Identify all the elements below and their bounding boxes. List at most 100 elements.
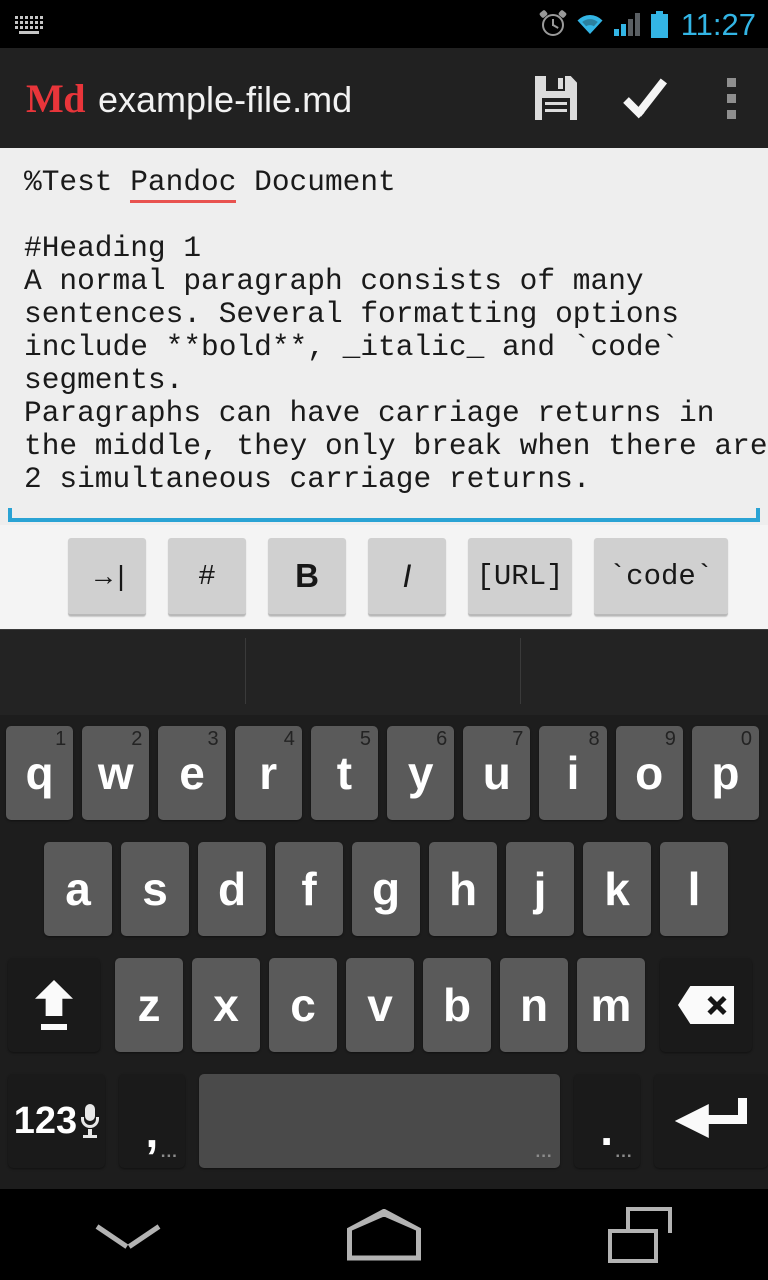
nav-home-button[interactable] bbox=[256, 1189, 512, 1280]
nav-back-button[interactable] bbox=[0, 1189, 256, 1280]
editor-body-text: #Heading 1 A normal paragraph consists o… bbox=[24, 231, 768, 496]
save-floppy-icon bbox=[535, 76, 577, 120]
shift-icon bbox=[28, 980, 80, 1030]
space-key[interactable]: ... bbox=[198, 1074, 560, 1168]
editor-text-content[interactable]: %Test Pandoc Document #Heading 1 A norma… bbox=[0, 148, 768, 496]
key-w[interactable]: w 2 bbox=[82, 726, 150, 820]
key-p[interactable]: p 0 bbox=[691, 726, 760, 820]
key-c[interactable]: c bbox=[269, 958, 337, 1052]
symbols-key[interactable]: 123 bbox=[8, 1074, 105, 1168]
app-logo: Md bbox=[26, 75, 86, 121]
battery-icon bbox=[650, 10, 668, 38]
key-f[interactable]: f bbox=[275, 842, 343, 936]
key-s[interactable]: s bbox=[121, 842, 189, 936]
shift-key[interactable] bbox=[8, 958, 100, 1052]
enter-return-icon bbox=[674, 1098, 747, 1144]
key-number: 6 bbox=[436, 728, 448, 750]
space-more-hint: ... bbox=[535, 1142, 553, 1161]
comma-key[interactable]: , ... bbox=[118, 1074, 185, 1168]
md-button-italic[interactable]: I bbox=[368, 538, 446, 616]
key-label: u bbox=[482, 747, 511, 799]
hide-keyboard-down-icon bbox=[95, 1220, 161, 1250]
navigation-bar bbox=[0, 1189, 768, 1280]
key-m[interactable]: m bbox=[577, 958, 645, 1052]
nav-recents-button[interactable] bbox=[512, 1189, 768, 1280]
key-number: 2 bbox=[131, 728, 143, 750]
misspelled-word: Pandoc bbox=[130, 165, 237, 203]
key-z[interactable]: z bbox=[115, 958, 183, 1052]
key-number: 5 bbox=[359, 728, 372, 750]
key-n[interactable]: n bbox=[500, 958, 568, 1052]
key-q[interactable]: q 1 bbox=[6, 726, 74, 820]
editor-focus-underline bbox=[8, 508, 760, 522]
keyboard-row-1: q 1 w 2 e 3 r 4 t 5 y 6 u 7 i 8 o 9 p 0 bbox=[0, 715, 768, 831]
md-button-url[interactable]: [URL] bbox=[468, 538, 572, 616]
period-more-hint: ... bbox=[615, 1142, 633, 1161]
keyboard-icon bbox=[12, 12, 46, 36]
overflow-menu-button[interactable] bbox=[694, 48, 768, 148]
key-a[interactable]: a bbox=[44, 842, 112, 936]
checkmark-icon bbox=[622, 76, 674, 120]
key-j[interactable]: j bbox=[506, 842, 574, 936]
status-bar-left bbox=[0, 12, 46, 36]
key-label: w bbox=[97, 747, 134, 799]
md-button-heading[interactable]: # bbox=[168, 538, 246, 616]
overflow-menu-icon bbox=[726, 77, 736, 119]
key-i[interactable]: i 8 bbox=[539, 726, 607, 820]
key-label: e bbox=[179, 747, 205, 799]
key-o[interactable]: o 9 bbox=[615, 726, 683, 820]
soft-keyboard: q 1 w 2 e 3 r 4 t 5 y 6 u 7 i 8 o 9 p 0 … bbox=[0, 629, 768, 1189]
key-x[interactable]: x bbox=[192, 958, 260, 1052]
key-h[interactable]: h bbox=[429, 842, 497, 936]
key-label: i bbox=[566, 747, 580, 799]
recent-apps-icon bbox=[608, 1206, 672, 1263]
key-g[interactable]: g bbox=[352, 842, 420, 936]
key-u[interactable]: u 7 bbox=[463, 726, 531, 820]
key-d[interactable]: d bbox=[198, 842, 266, 936]
alarm-clock-icon bbox=[538, 9, 567, 37]
md-button-tab[interactable]: →| bbox=[68, 538, 146, 616]
status-bar-clock: 11:27 bbox=[680, 6, 756, 42]
key-number: 3 bbox=[207, 728, 219, 750]
md-button-bold[interactable]: B bbox=[268, 538, 346, 616]
done-button[interactable] bbox=[602, 48, 694, 148]
symbols-key-label: 123 bbox=[13, 1099, 78, 1142]
enter-key[interactable] bbox=[653, 1074, 768, 1168]
key-b[interactable]: b bbox=[423, 958, 491, 1052]
key-number: 7 bbox=[512, 728, 524, 750]
keyboard-row-4: 123 , ... ... . ... bbox=[0, 1063, 768, 1179]
save-button[interactable] bbox=[510, 48, 602, 148]
key-l[interactable]: l bbox=[660, 842, 728, 936]
key-e[interactable]: e 3 bbox=[158, 726, 226, 820]
editor-title-suffix: Document bbox=[236, 165, 396, 199]
suggestion-strip[interactable] bbox=[0, 629, 768, 715]
page-title: example-file.md bbox=[98, 78, 353, 120]
signal-bars-icon bbox=[613, 12, 642, 36]
key-y[interactable]: y 6 bbox=[387, 726, 455, 820]
app-action-bar: Md example-file.md bbox=[0, 48, 768, 148]
period-key[interactable]: . ... bbox=[573, 1074, 640, 1168]
key-r[interactable]: r 4 bbox=[234, 726, 302, 820]
key-number: 9 bbox=[664, 728, 676, 750]
key-number: 4 bbox=[283, 728, 295, 750]
key-label: t bbox=[336, 747, 353, 799]
key-v[interactable]: v bbox=[346, 958, 414, 1052]
markdown-toolbar: →| # B I [URL] `code` bbox=[0, 525, 768, 629]
key-k[interactable]: k bbox=[583, 842, 651, 936]
comma-label: , bbox=[145, 1105, 159, 1157]
key-label: q bbox=[25, 747, 54, 799]
key-number: 8 bbox=[588, 728, 600, 750]
keyboard-row-2: a s d f g h j k l bbox=[0, 831, 768, 947]
keyboard-row-3: z x c v b n m bbox=[0, 947, 768, 1063]
app-title-group[interactable]: Md example-file.md bbox=[0, 75, 352, 122]
period-label: . bbox=[600, 1103, 613, 1155]
comma-more-hint: ... bbox=[160, 1142, 178, 1161]
home-icon bbox=[347, 1208, 421, 1261]
backspace-icon bbox=[678, 986, 734, 1024]
key-t[interactable]: t 5 bbox=[310, 726, 379, 820]
md-button-code[interactable]: `code` bbox=[594, 538, 728, 616]
markdown-editor[interactable]: %Test Pandoc Document #Heading 1 A norma… bbox=[0, 148, 768, 525]
android-screen: 11:27 Md example-file.md %Test Pandoc Do… bbox=[0, 0, 768, 1280]
backspace-key[interactable] bbox=[660, 958, 752, 1052]
key-label: r bbox=[259, 747, 278, 799]
